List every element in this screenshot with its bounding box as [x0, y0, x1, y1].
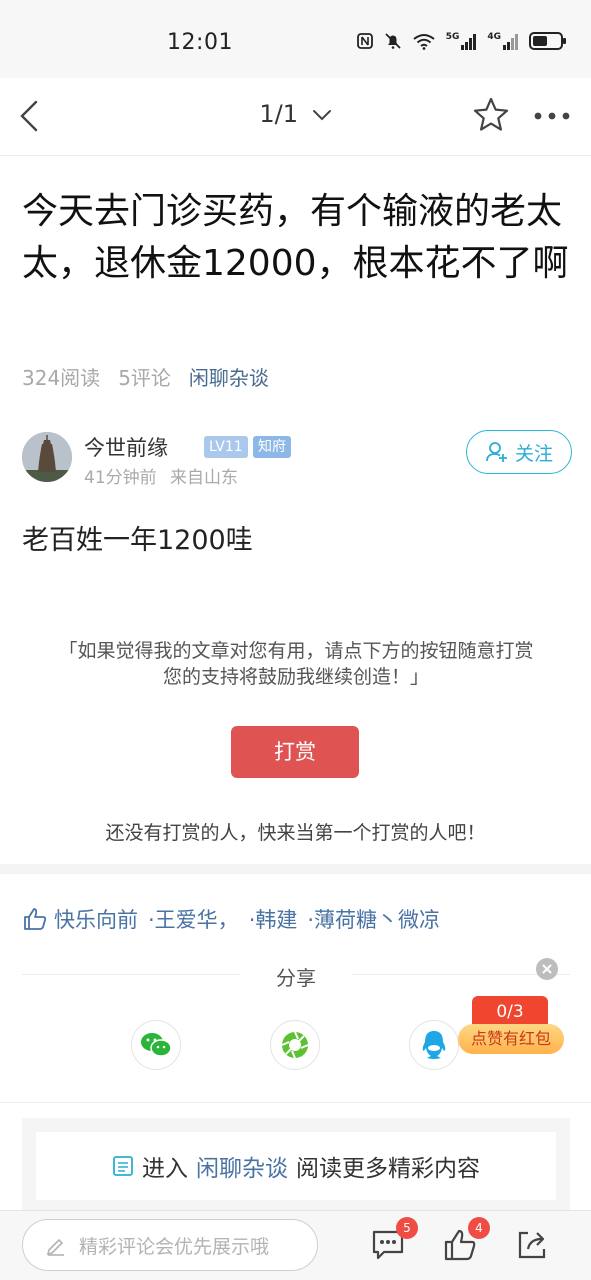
- comment-input[interactable]: 精彩评论会优先展示哦: [22, 1219, 318, 1271]
- category-link[interactable]: 闲聊杂谈: [189, 362, 269, 391]
- read-count: 324阅读: [22, 366, 101, 390]
- post-location: 来自山东: [170, 468, 239, 488]
- bottom-bar: 精彩评论会优先展示哦 5 4: [0, 1210, 591, 1280]
- post-body: 老百姓一年1200哇: [22, 525, 253, 556]
- nav-bar: 1/1: [0, 78, 591, 156]
- comments-button[interactable]: 5: [368, 1217, 418, 1265]
- star-icon: [473, 97, 509, 131]
- status-icons: 5G 4G: [356, 31, 567, 51]
- enter-board-link[interactable]: 进入 闲聊杂谈 阅读更多精彩内容: [36, 1132, 556, 1200]
- enter-suffix: 阅读更多精彩内容: [296, 1156, 480, 1182]
- liker-name[interactable]: 快乐向前: [54, 904, 138, 934]
- page-indicator-label: 1/1: [259, 100, 298, 128]
- author-row: 今世前缘 LV11 知府 41分钟前 来自山东 关注: [22, 430, 572, 490]
- liker-name[interactable]: ·韩建: [249, 904, 298, 934]
- status-time: 12:01: [167, 30, 233, 55]
- red-packet-widget[interactable]: 0/3 点赞有红包: [458, 996, 566, 1058]
- avatar[interactable]: [22, 432, 72, 482]
- pagoda-avatar-image: [22, 432, 72, 482]
- comment-badge: 5: [396, 1217, 418, 1239]
- wifi-icon: [413, 34, 435, 50]
- signal-4g-icon: 4G: [487, 32, 519, 50]
- rank-badge: 知府: [253, 436, 291, 458]
- status-bar: 12:01 5G 4G: [0, 0, 591, 78]
- follow-label: 关注: [514, 442, 553, 465]
- reward-empty-text: 还没有打赏的人，快来当第一个打赏的人吧！: [105, 822, 486, 844]
- moments-icon: [281, 1031, 309, 1059]
- comment-count-text: 5评论: [118, 366, 171, 390]
- share-icon: [518, 1231, 546, 1259]
- battery-icon: [529, 32, 566, 50]
- wechat-icon: [141, 1033, 172, 1057]
- page-selector[interactable]: 1/1: [200, 100, 391, 128]
- share-moments-button[interactable]: [270, 1020, 320, 1070]
- reward-tip-line-2: 您的支持将鼓励我继续创造！」: [162, 666, 429, 688]
- share-wechat-button[interactable]: [131, 1020, 181, 1070]
- follow-button[interactable]: 关注: [466, 430, 572, 474]
- more-dots-icon: [534, 112, 570, 120]
- post-time: 41分钟前: [84, 468, 157, 488]
- share-button[interactable]: [512, 1225, 552, 1265]
- nfc-icon: [356, 33, 373, 49]
- author-subline: 41分钟前 来自山东: [84, 463, 238, 488]
- level-badge: LV11: [204, 436, 248, 458]
- add-user-icon: [486, 442, 507, 462]
- favorite-button[interactable]: [472, 96, 510, 136]
- reward-button[interactable]: 打赏: [231, 726, 359, 778]
- thumbs-up-icon: [24, 908, 47, 930]
- mute-bell-icon: [385, 33, 401, 49]
- liker-name[interactable]: ·薄荷糖丶微凉: [307, 904, 440, 934]
- share-divider-left: [22, 974, 240, 975]
- like-button[interactable]: 4: [440, 1217, 490, 1265]
- chevron-down-icon: [312, 110, 331, 121]
- divider: [0, 1102, 591, 1103]
- signal-5g-icon: 5G: [446, 32, 478, 50]
- share-close-button[interactable]: [536, 958, 558, 980]
- close-icon: [542, 964, 552, 974]
- share-label: 分享: [276, 966, 316, 990]
- share-qq-button[interactable]: [409, 1020, 459, 1070]
- reward-tip: 「如果觉得我的文章对您有用，请点下方的按钮随意打赏 您的支持将鼓励我继续创造！」: [22, 638, 570, 690]
- comment-placeholder: 精彩评论会优先展示哦: [79, 1235, 270, 1258]
- qq-icon: [422, 1031, 446, 1059]
- more-button[interactable]: [530, 106, 574, 126]
- enter-category: 闲聊杂谈: [196, 1156, 288, 1182]
- liker-name[interactable]: ·王爱华，: [148, 904, 239, 934]
- enter-prefix: 进入: [142, 1156, 188, 1182]
- author-name[interactable]: 今世前缘: [84, 432, 168, 462]
- pencil-icon: [46, 1238, 64, 1256]
- chevron-left-icon: [20, 100, 38, 132]
- reward-tip-line-1: 「如果觉得我的文章对您有用，请点下方的按钮随意打赏: [58, 640, 534, 662]
- section-divider: [0, 864, 591, 874]
- red-packet-label: 点赞有红包: [458, 1024, 564, 1054]
- like-badge: 4: [468, 1217, 490, 1239]
- back-button[interactable]: [16, 98, 48, 134]
- document-list-icon: [113, 1156, 133, 1176]
- post-meta: 324阅读 5评论 闲聊杂谈: [22, 362, 269, 391]
- likers-row: 快乐向前 ·王爱华， ·韩建 ·薄荷糖丶微凉: [22, 904, 450, 934]
- post-title: 今天去门诊买药，有个输液的老太太，退休金12000，根本花不了啊: [22, 191, 569, 284]
